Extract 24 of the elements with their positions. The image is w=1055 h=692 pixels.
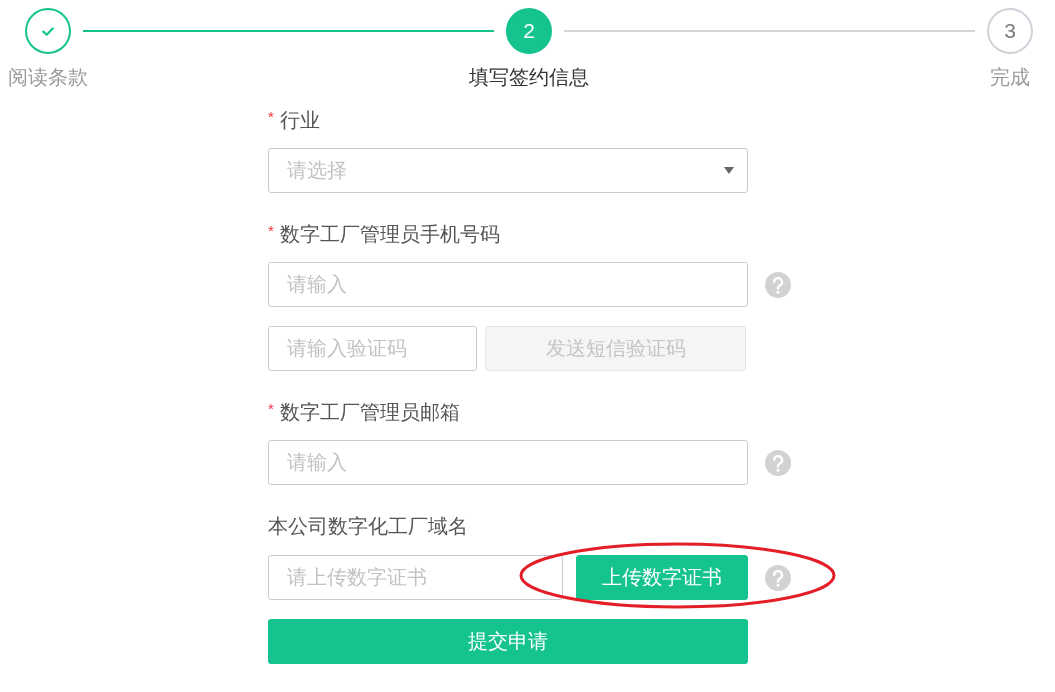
help-icon[interactable] <box>765 271 791 298</box>
help-icon[interactable] <box>765 449 791 476</box>
required-asterisk: * <box>268 221 274 241</box>
upload-button[interactable]: 上传数字证书 <box>576 555 748 600</box>
required-asterisk: * <box>268 107 274 127</box>
help-icon[interactable] <box>765 564 791 591</box>
step-indicator: 2 <box>506 8 552 54</box>
step-label: 填写签约信息 <box>469 65 589 90</box>
step-label: 阅读条款 <box>8 65 88 90</box>
step-indicator: 3 <box>987 8 1033 54</box>
required-asterisk: * <box>268 399 274 419</box>
step-label: 完成 <box>990 65 1030 90</box>
input-field[interactable]: 请输入 <box>268 440 748 485</box>
field-label: 数字工厂管理员手机号码 <box>279 222 500 247</box>
check-icon <box>42 26 54 36</box>
code-input-field[interactable]: 请输入验证码 <box>268 326 477 371</box>
certificate-field[interactable]: 请上传数字证书 <box>268 555 563 600</box>
field-label: 数字工厂管理员邮箱 <box>279 400 460 425</box>
select-field[interactable]: 请选择 <box>268 148 748 193</box>
submit-button[interactable]: 提交申请 <box>268 619 748 664</box>
caret-icon <box>724 167 734 174</box>
input-field[interactable]: 请输入 <box>268 262 748 307</box>
field-label: 行业 <box>279 108 320 133</box>
field-label: 本公司数字化工厂域名 <box>268 514 468 539</box>
